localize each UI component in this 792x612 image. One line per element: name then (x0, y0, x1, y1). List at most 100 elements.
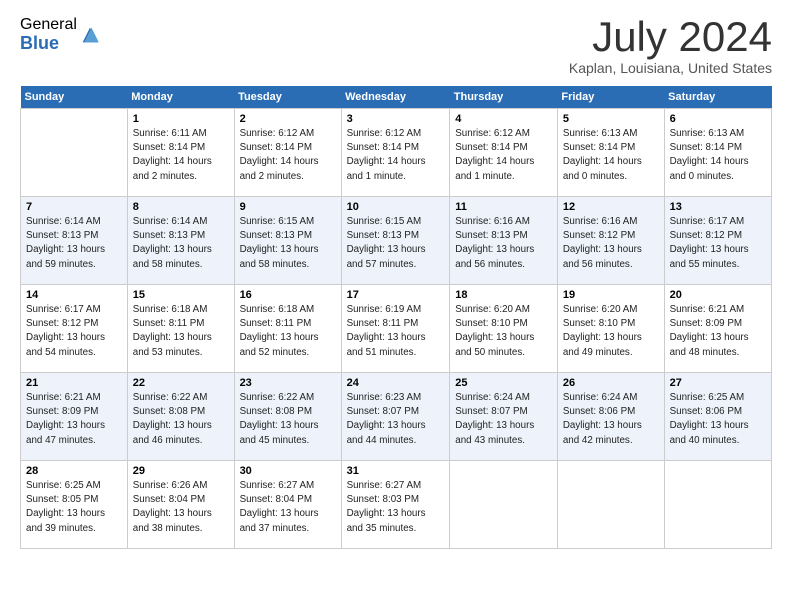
calendar-cell: 8 Sunrise: 6:14 AMSunset: 8:13 PMDaylight… (127, 197, 234, 285)
day-info: Sunrise: 6:12 AMSunset: 8:14 PMDaylight:… (347, 127, 445, 184)
day-info: Sunrise: 6:25 AMSunset: 8:06 PMDaylight:… (670, 391, 766, 448)
day-number: 29 (133, 465, 229, 477)
day-info: Sunrise: 6:17 AMSunset: 8:12 PMDaylight:… (26, 303, 122, 360)
day-number: 14 (26, 289, 122, 301)
day-info: Sunrise: 6:15 AMSunset: 8:13 PMDaylight:… (347, 215, 445, 272)
calendar-cell: 24Sunrise: 6:23 AMSunset: 8:07 PMDayligh… (341, 373, 450, 461)
calendar-cell: 1 Sunrise: 6:11 AMSunset: 8:14 PMDaylight… (127, 109, 234, 197)
day-info: Sunrise: 6:14 AMSunset: 8:13 PMDaylight:… (26, 215, 122, 272)
logo-general: General (20, 16, 77, 34)
col-saturday: Saturday (664, 86, 771, 109)
day-number: 13 (670, 201, 766, 213)
day-number: 23 (240, 377, 336, 389)
logo-icon (79, 24, 101, 46)
calendar-week-row: 14 Sunrise: 6:17 AMSunset: 8:12 PMDayligh… (21, 285, 772, 373)
day-number: 7 (26, 201, 122, 213)
calendar-cell: 23 Sunrise: 6:22 AMSunset: 8:08 PMDayligh… (234, 373, 341, 461)
day-number: 3 (347, 113, 445, 125)
day-info: Sunrise: 6:25 AMSunset: 8:05 PMDaylight:… (26, 479, 122, 536)
day-info: Sunrise: 6:16 AMSunset: 8:13 PMDaylight:… (455, 215, 552, 272)
calendar-week-row: 7 Sunrise: 6:14 AMSunset: 8:13 PMDaylight… (21, 197, 772, 285)
calendar-page: General Blue July 2024 Kaplan, Louisiana… (0, 0, 792, 612)
day-info: Sunrise: 6:21 AMSunset: 8:09 PMDaylight:… (26, 391, 122, 448)
day-info: Sunrise: 6:26 AMSunset: 8:04 PMDaylight:… (133, 479, 229, 536)
calendar-cell: 14 Sunrise: 6:17 AMSunset: 8:12 PMDayligh… (21, 285, 128, 373)
day-number: 12 (563, 201, 659, 213)
logo-blue: Blue (20, 34, 77, 54)
day-info: Sunrise: 6:16 AMSunset: 8:12 PMDaylight:… (563, 215, 659, 272)
calendar-cell (664, 461, 771, 549)
day-info: Sunrise: 6:13 AMSunset: 8:14 PMDaylight:… (670, 127, 766, 184)
calendar-week-row: 1 Sunrise: 6:11 AMSunset: 8:14 PMDaylight… (21, 109, 772, 197)
col-friday: Friday (557, 86, 664, 109)
calendar-week-row: 21Sunrise: 6:21 AMSunset: 8:09 PMDayligh… (21, 373, 772, 461)
day-info: Sunrise: 6:22 AMSunset: 8:08 PMDaylight:… (240, 391, 336, 448)
title-section: July 2024 Kaplan, Louisiana, United Stat… (569, 16, 772, 76)
calendar-cell: 18 Sunrise: 6:20 AMSunset: 8:10 PMDayligh… (450, 285, 558, 373)
day-info: Sunrise: 6:20 AMSunset: 8:10 PMDaylight:… (563, 303, 659, 360)
day-number: 1 (133, 113, 229, 125)
day-number: 8 (133, 201, 229, 213)
day-info: Sunrise: 6:14 AMSunset: 8:13 PMDaylight:… (133, 215, 229, 272)
calendar-cell: 21Sunrise: 6:21 AMSunset: 8:09 PMDayligh… (21, 373, 128, 461)
calendar-cell: 17Sunrise: 6:19 AMSunset: 8:11 PMDayligh… (341, 285, 450, 373)
calendar-table: Sunday Monday Tuesday Wednesday Thursday… (20, 86, 772, 549)
calendar-week-row: 28 Sunrise: 6:25 AMSunset: 8:05 PMDayligh… (21, 461, 772, 549)
day-info: Sunrise: 6:11 AMSunset: 8:14 PMDaylight:… (133, 127, 229, 184)
day-info: Sunrise: 6:21 AMSunset: 8:09 PMDaylight:… (670, 303, 766, 360)
calendar-cell: 7 Sunrise: 6:14 AMSunset: 8:13 PMDaylight… (21, 197, 128, 285)
day-number: 30 (240, 465, 336, 477)
calendar-cell: 20Sunrise: 6:21 AMSunset: 8:09 PMDayligh… (664, 285, 771, 373)
day-info: Sunrise: 6:23 AMSunset: 8:07 PMDaylight:… (347, 391, 445, 448)
day-info: Sunrise: 6:22 AMSunset: 8:08 PMDaylight:… (133, 391, 229, 448)
calendar-cell (450, 461, 558, 549)
col-wednesday: Wednesday (341, 86, 450, 109)
header-row: Sunday Monday Tuesday Wednesday Thursday… (21, 86, 772, 109)
day-info: Sunrise: 6:20 AMSunset: 8:10 PMDaylight:… (455, 303, 552, 360)
calendar-cell: 4 Sunrise: 6:12 AMSunset: 8:14 PMDaylight… (450, 109, 558, 197)
calendar-cell: 11 Sunrise: 6:16 AMSunset: 8:13 PMDayligh… (450, 197, 558, 285)
day-number: 31 (347, 465, 445, 477)
calendar-cell (557, 461, 664, 549)
calendar-cell: 12 Sunrise: 6:16 AMSunset: 8:12 PMDayligh… (557, 197, 664, 285)
day-number: 22 (133, 377, 229, 389)
calendar-cell: 28 Sunrise: 6:25 AMSunset: 8:05 PMDayligh… (21, 461, 128, 549)
col-thursday: Thursday (450, 86, 558, 109)
calendar-cell: 26Sunrise: 6:24 AMSunset: 8:06 PMDayligh… (557, 373, 664, 461)
calendar-cell: 5Sunrise: 6:13 AMSunset: 8:14 PMDaylight… (557, 109, 664, 197)
calendar-cell: 2Sunrise: 6:12 AMSunset: 8:14 PMDaylight… (234, 109, 341, 197)
day-info: Sunrise: 6:17 AMSunset: 8:12 PMDaylight:… (670, 215, 766, 272)
day-number: 2 (240, 113, 336, 125)
day-number: 25 (455, 377, 552, 389)
day-info: Sunrise: 6:18 AMSunset: 8:11 PMDaylight:… (240, 303, 336, 360)
day-number: 11 (455, 201, 552, 213)
day-number: 6 (670, 113, 766, 125)
day-info: Sunrise: 6:27 AMSunset: 8:04 PMDaylight:… (240, 479, 336, 536)
day-number: 17 (347, 289, 445, 301)
calendar-cell: 9Sunrise: 6:15 AMSunset: 8:13 PMDaylight… (234, 197, 341, 285)
day-number: 4 (455, 113, 552, 125)
calendar-cell: 29 Sunrise: 6:26 AMSunset: 8:04 PMDayligh… (127, 461, 234, 549)
logo-text: General Blue (20, 16, 77, 53)
calendar-cell: 10Sunrise: 6:15 AMSunset: 8:13 PMDayligh… (341, 197, 450, 285)
calendar-cell: 22 Sunrise: 6:22 AMSunset: 8:08 PMDayligh… (127, 373, 234, 461)
day-info: Sunrise: 6:24 AMSunset: 8:06 PMDaylight:… (563, 391, 659, 448)
calendar-cell: 27Sunrise: 6:25 AMSunset: 8:06 PMDayligh… (664, 373, 771, 461)
calendar-cell: 25 Sunrise: 6:24 AMSunset: 8:07 PMDayligh… (450, 373, 558, 461)
col-sunday: Sunday (21, 86, 128, 109)
col-monday: Monday (127, 86, 234, 109)
day-number: 28 (26, 465, 122, 477)
day-info: Sunrise: 6:12 AMSunset: 8:14 PMDaylight:… (455, 127, 552, 184)
logo: General Blue (20, 16, 101, 53)
day-info: Sunrise: 6:13 AMSunset: 8:14 PMDaylight:… (563, 127, 659, 184)
day-number: 15 (133, 289, 229, 301)
calendar-cell (21, 109, 128, 197)
day-number: 18 (455, 289, 552, 301)
month-title: July 2024 (569, 16, 772, 58)
calendar-cell: 6 Sunrise: 6:13 AMSunset: 8:14 PMDaylight… (664, 109, 771, 197)
day-info: Sunrise: 6:18 AMSunset: 8:11 PMDaylight:… (133, 303, 229, 360)
calendar-cell: 3 Sunrise: 6:12 AMSunset: 8:14 PMDaylight… (341, 109, 450, 197)
day-info: Sunrise: 6:24 AMSunset: 8:07 PMDaylight:… (455, 391, 552, 448)
location: Kaplan, Louisiana, United States (569, 60, 772, 76)
day-number: 19 (563, 289, 659, 301)
